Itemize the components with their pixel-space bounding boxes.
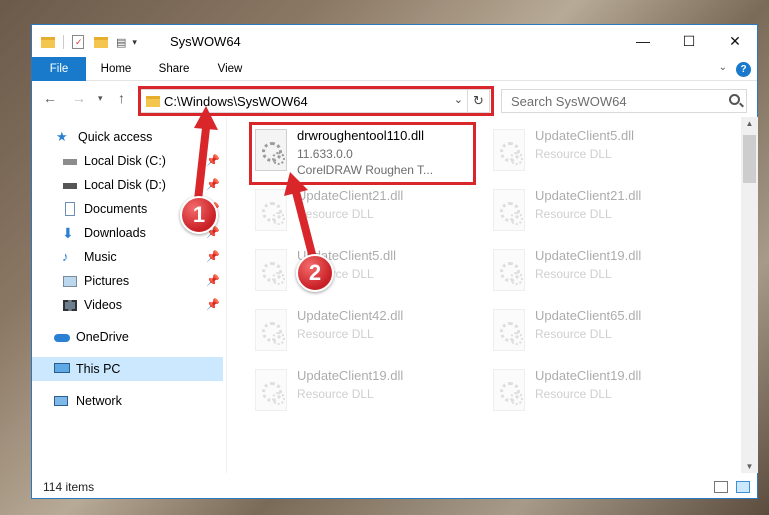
callout-arrows <box>194 106 318 263</box>
callout-2: 2 <box>296 254 334 292</box>
arrow-2-head <box>284 172 308 196</box>
arrow-1 <box>194 127 210 201</box>
arrow-1-head <box>194 106 218 130</box>
callout-1: 1 <box>180 196 218 234</box>
arrow-2 <box>292 191 318 263</box>
